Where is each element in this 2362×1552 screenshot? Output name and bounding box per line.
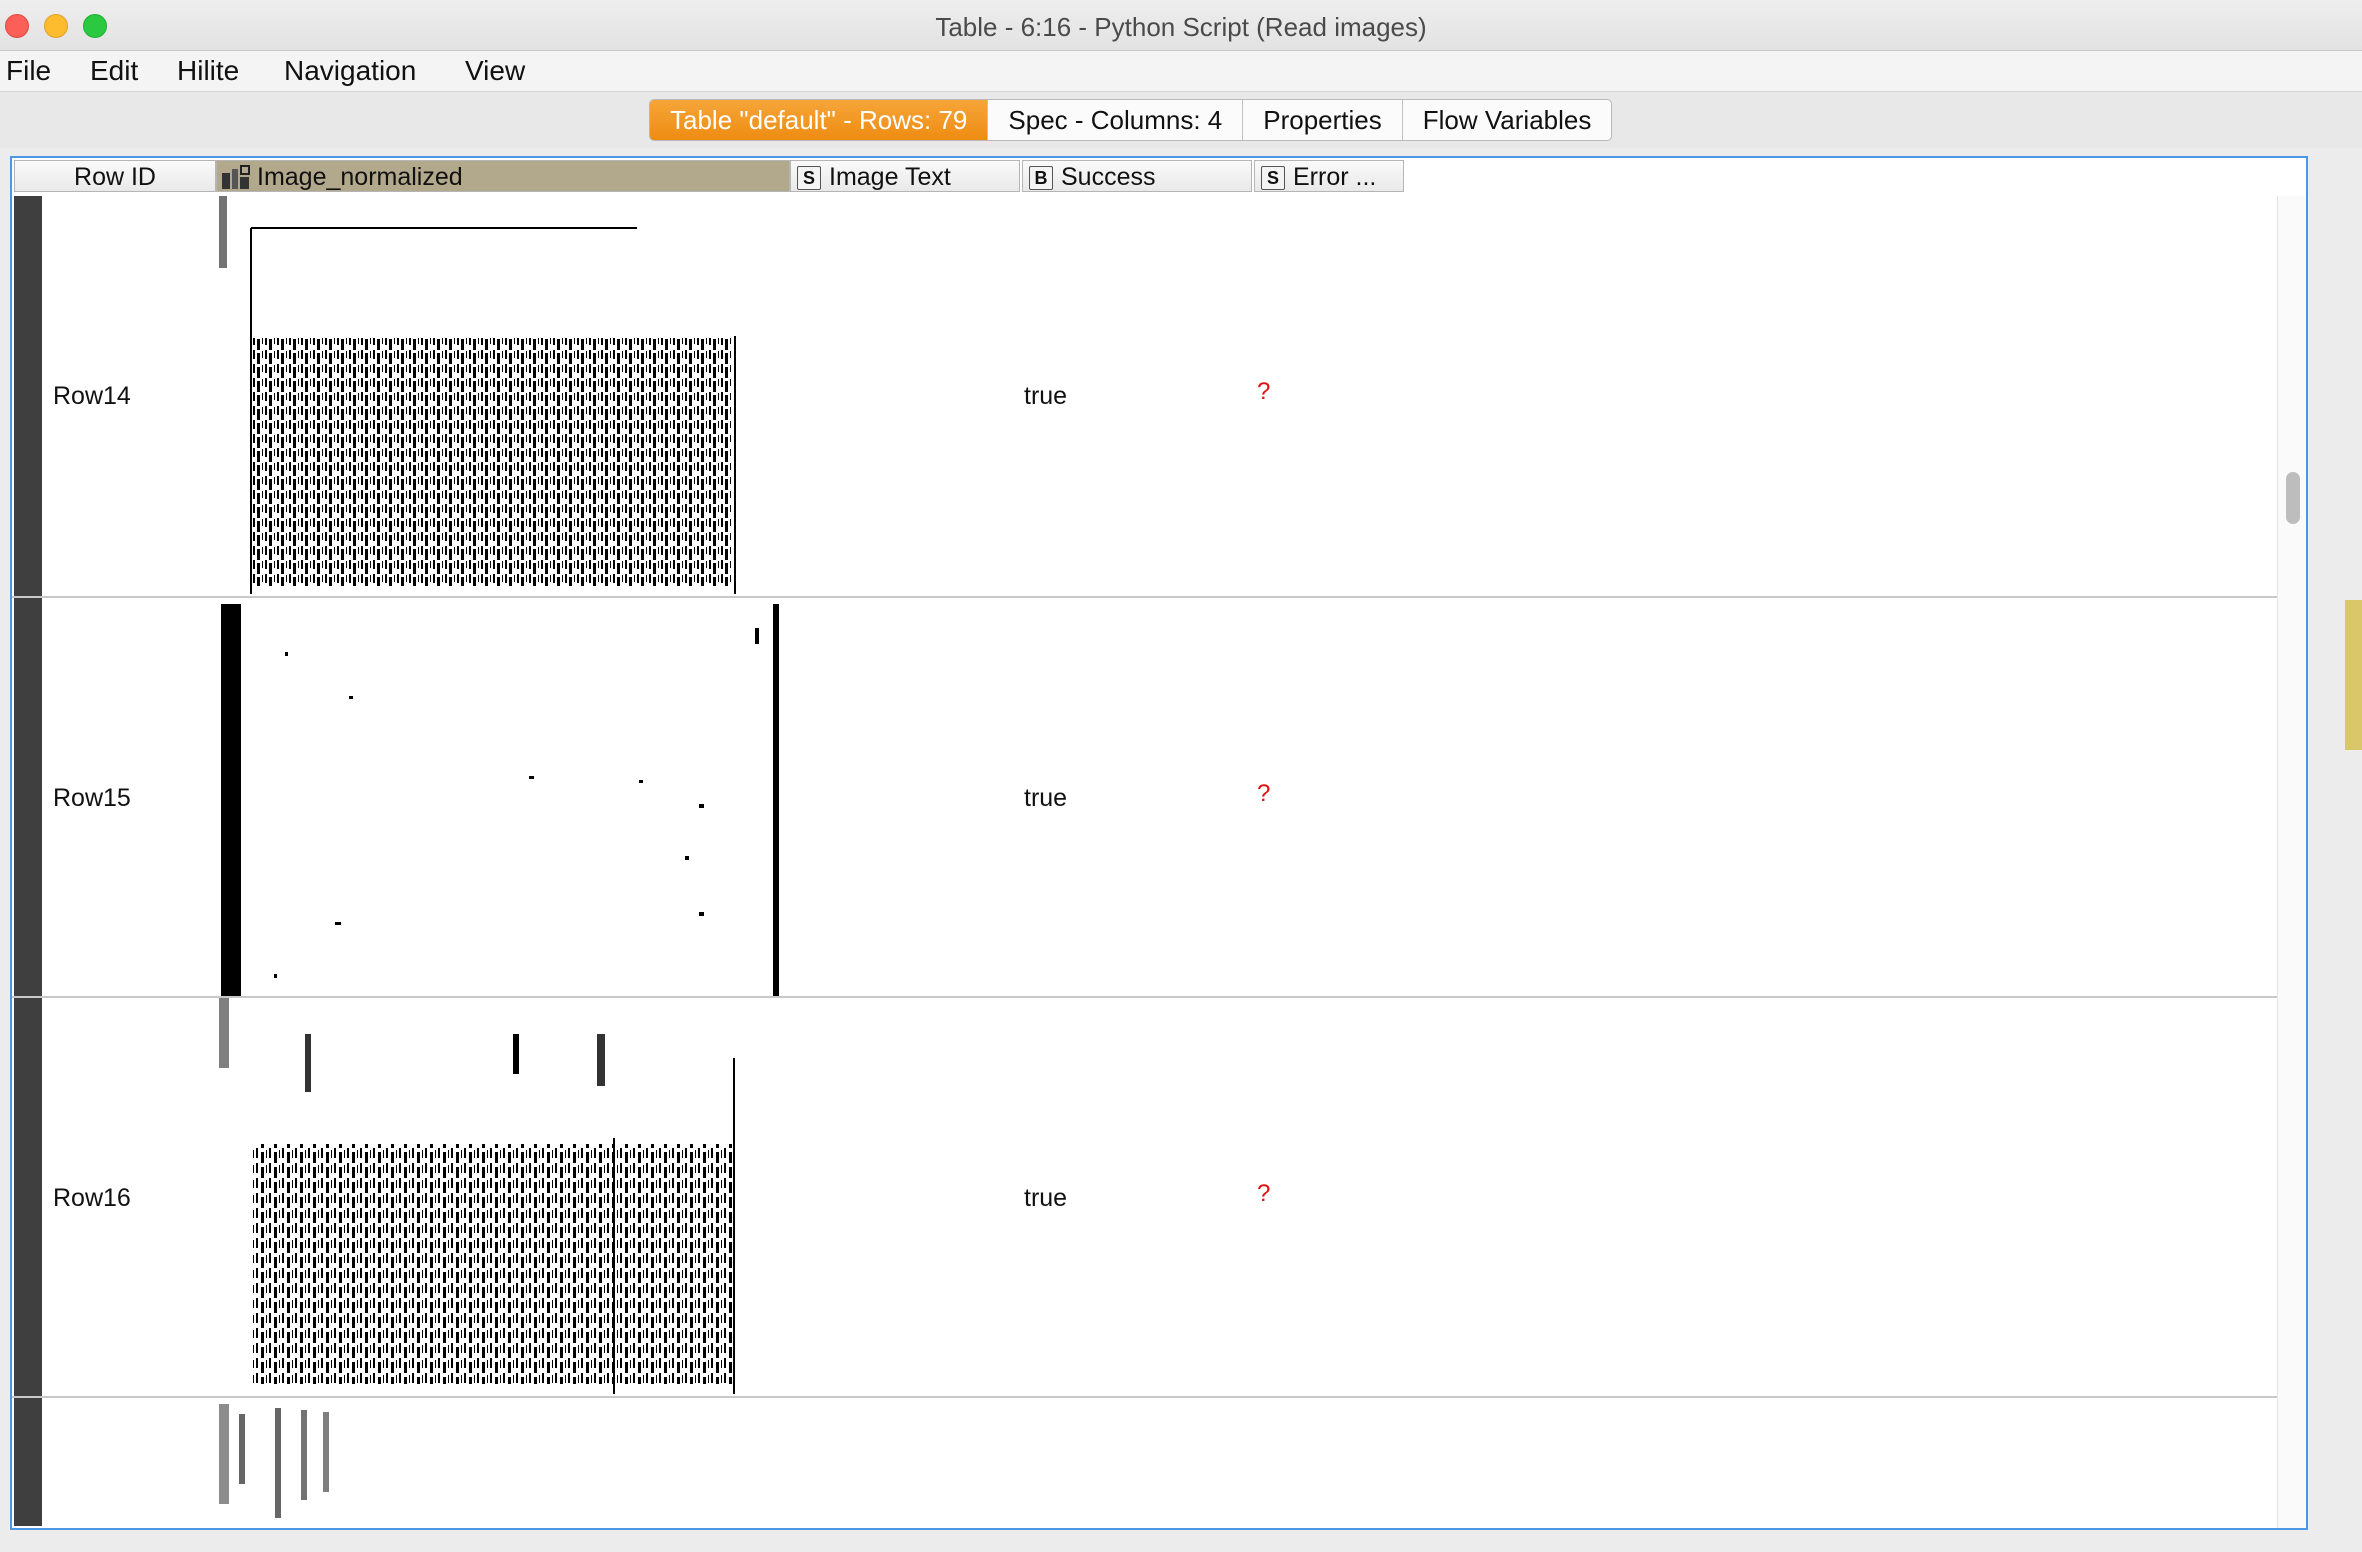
row-id: Row15 xyxy=(53,784,131,812)
success-value: true xyxy=(1024,784,1068,812)
tab-flow-variables[interactable]: Flow Variables xyxy=(1403,100,1612,140)
table-row[interactable]: Row15 true ? xyxy=(12,598,2306,998)
tab-strip: Table "default" - Rows: 79 Spec - Column… xyxy=(649,99,1613,141)
success-value: true xyxy=(1024,1184,1068,1212)
missing-value: ? xyxy=(1257,1180,1271,1207)
menu-bar: File Edit Hilite Navigation View xyxy=(0,51,2362,92)
table-row[interactable]: Row14 true ? xyxy=(12,196,2306,598)
table-header: Row ID Image_normalized S Image Text B Suc… xyxy=(12,158,2306,196)
table-row[interactable] xyxy=(12,1398,2306,1526)
menu-view[interactable]: View xyxy=(465,55,525,87)
row-image-thumbnail xyxy=(219,196,736,594)
header-success[interactable]: B Success xyxy=(1022,160,1252,192)
row-image-thumbnail xyxy=(219,998,735,1394)
scrollbar-thumb[interactable] xyxy=(2286,472,2300,524)
row-header-stripe xyxy=(14,1398,42,1526)
header-image-text[interactable]: S Image Text xyxy=(790,160,1020,192)
header-error[interactable]: S Error ... xyxy=(1254,160,1404,192)
background-window-edge xyxy=(2345,600,2362,750)
boolean-type-icon: B xyxy=(1029,166,1053,191)
menu-navigation[interactable]: Navigation xyxy=(284,55,416,87)
tab-spec[interactable]: Spec - Columns: 4 xyxy=(988,100,1244,140)
row-image-thumbnail xyxy=(219,604,779,996)
header-label: Error ... xyxy=(1293,163,1377,191)
row-header-stripe xyxy=(14,196,42,596)
string-type-icon: S xyxy=(1261,166,1285,191)
missing-value: ? xyxy=(1257,780,1271,807)
row-image-thumbnail xyxy=(219,1404,329,1518)
header-label: Image_normalized xyxy=(257,163,463,191)
tab-bar: Table "default" - Rows: 79 Spec - Column… xyxy=(0,92,2362,148)
menu-file[interactable]: File xyxy=(6,55,51,87)
tab-table[interactable]: Table "default" - Rows: 79 xyxy=(650,100,989,140)
menu-hilite[interactable]: Hilite xyxy=(177,55,239,87)
data-table: Row ID Image_normalized S Image Text B Suc… xyxy=(10,156,2308,1530)
table-row[interactable]: Row16 true ? xyxy=(12,998,2306,1398)
row-header-stripe xyxy=(14,598,42,996)
tab-properties[interactable]: Properties xyxy=(1243,100,1403,140)
header-label: Image Text xyxy=(829,163,951,191)
header-image-normalized[interactable]: Image_normalized xyxy=(216,160,790,192)
success-value: true xyxy=(1024,382,1068,410)
header-row-id[interactable]: Row ID xyxy=(14,160,216,192)
vertical-scrollbar[interactable] xyxy=(2277,196,2306,1528)
row-id: Row14 xyxy=(53,382,131,410)
row-header-stripe xyxy=(14,998,42,1396)
row-id: Row16 xyxy=(53,1184,131,1212)
missing-value: ? xyxy=(1257,378,1271,405)
window-title: Table - 6:16 - Python Script (Read image… xyxy=(935,12,1427,42)
string-type-icon: S xyxy=(797,166,821,191)
menu-edit[interactable]: Edit xyxy=(90,55,138,87)
title-bar: Table - 6:16 - Python Script (Read image… xyxy=(0,0,2362,51)
image-type-icon xyxy=(222,165,250,190)
header-label: Row ID xyxy=(74,163,156,191)
header-label: Success xyxy=(1061,163,1156,191)
